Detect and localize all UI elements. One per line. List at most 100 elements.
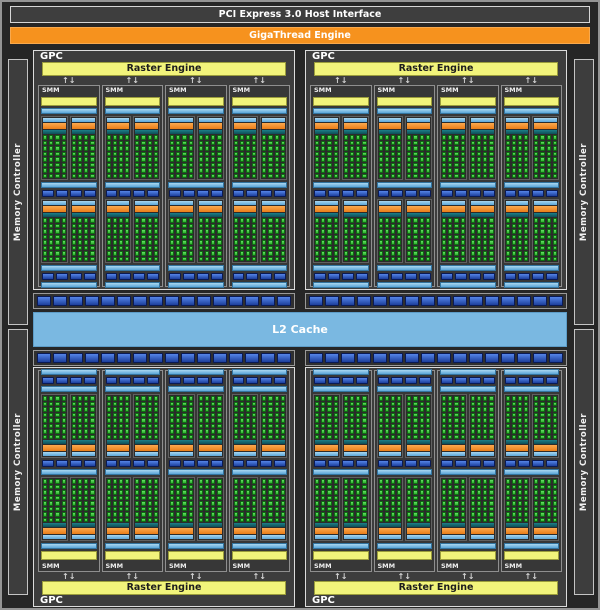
cuda-core bbox=[148, 518, 152, 523]
smm-label: SMM bbox=[166, 562, 226, 571]
cuda-core bbox=[199, 490, 203, 495]
register-file-bar bbox=[344, 440, 367, 444]
cuda-core bbox=[55, 418, 59, 423]
cuda-core bbox=[211, 485, 215, 490]
processing-block-row bbox=[311, 394, 371, 458]
processing-block bbox=[440, 199, 467, 263]
cuda-core bbox=[62, 512, 66, 517]
cuda-core bbox=[107, 435, 111, 440]
cuda-core bbox=[512, 485, 516, 490]
cuda-core bbox=[350, 240, 354, 245]
cuda-core bbox=[113, 246, 117, 251]
cuda-core bbox=[315, 429, 319, 434]
warp-scheduler-bar bbox=[344, 445, 367, 451]
texture-unit-block bbox=[169, 190, 181, 197]
cuda-core bbox=[321, 157, 325, 162]
shared-memory-bar bbox=[41, 469, 97, 475]
gpu-block-diagram: PCI Express 3.0 Host Interface GigaThrea… bbox=[0, 0, 600, 610]
processing-block bbox=[232, 394, 259, 458]
cuda-core bbox=[356, 518, 360, 523]
cuda-core bbox=[553, 507, 557, 512]
cuda-core bbox=[84, 174, 88, 179]
cuda-core bbox=[334, 418, 338, 423]
cuda-core bbox=[43, 507, 47, 512]
cuda-core bbox=[471, 218, 475, 223]
cuda-core bbox=[524, 435, 528, 440]
cuda-core bbox=[547, 435, 551, 440]
cuda-core bbox=[211, 490, 215, 495]
cuda-core bbox=[350, 396, 354, 401]
cuda-core bbox=[426, 152, 430, 157]
cuda-core bbox=[413, 518, 417, 523]
cuda-core bbox=[379, 479, 383, 484]
cuda-core bbox=[275, 257, 279, 262]
raster-engine-bar: Raster Engine bbox=[314, 581, 558, 595]
cuda-core bbox=[281, 257, 285, 262]
instruction-buffer-bar bbox=[315, 452, 338, 456]
cuda-core bbox=[135, 424, 139, 429]
cuda-core bbox=[275, 157, 279, 162]
register-file-bar bbox=[471, 523, 494, 527]
cuda-core bbox=[512, 501, 516, 506]
cuda-core bbox=[356, 507, 360, 512]
cuda-core bbox=[205, 435, 209, 440]
cuda-core-grid bbox=[442, 135, 465, 178]
shared-memory-bar bbox=[232, 265, 288, 271]
cuda-core bbox=[62, 429, 66, 434]
cuda-core bbox=[420, 146, 424, 151]
cuda-core bbox=[275, 501, 279, 506]
instruction-cache-bar bbox=[504, 108, 560, 114]
raster-smm-arrows: ↑↓↑↓↑↓↑↓ bbox=[306, 572, 566, 581]
cuda-core bbox=[547, 429, 551, 434]
cuda-core bbox=[205, 168, 209, 173]
cuda-core bbox=[72, 163, 76, 168]
cuda-core bbox=[448, 168, 452, 173]
cuda-core bbox=[327, 246, 331, 251]
cuda-core bbox=[379, 246, 383, 251]
cuda-core bbox=[397, 257, 401, 262]
cuda-core bbox=[489, 218, 493, 223]
cuda-core bbox=[119, 413, 123, 418]
cuda-core bbox=[477, 168, 481, 173]
texture-unit-block bbox=[356, 460, 368, 467]
cuda-core bbox=[362, 141, 366, 146]
cuda-core bbox=[119, 163, 123, 168]
cuda-core bbox=[518, 418, 522, 423]
cuda-core bbox=[385, 257, 389, 262]
cuda-core bbox=[553, 429, 557, 434]
register-file-bar bbox=[199, 130, 222, 134]
cuda-core bbox=[553, 257, 557, 262]
cuda-core bbox=[518, 224, 522, 229]
register-file-bar bbox=[135, 523, 158, 527]
shared-memory-bar bbox=[168, 386, 224, 392]
raster-engine-bar: Raster Engine bbox=[314, 62, 558, 76]
cuda-core bbox=[334, 235, 338, 240]
cuda-core bbox=[327, 407, 331, 412]
cuda-core bbox=[477, 240, 481, 245]
cuda-core bbox=[512, 257, 516, 262]
cuda-core bbox=[62, 152, 66, 157]
cuda-core bbox=[379, 229, 383, 234]
updown-arrows-icon: ↑↓ bbox=[501, 76, 563, 85]
cuda-core bbox=[483, 490, 487, 495]
rop-block bbox=[309, 353, 323, 363]
cuda-core bbox=[275, 135, 279, 140]
cuda-core bbox=[113, 141, 117, 146]
cuda-core bbox=[477, 152, 481, 157]
cuda-core bbox=[281, 485, 285, 490]
instruction-buffer-bar bbox=[170, 535, 193, 539]
cuda-core bbox=[252, 429, 256, 434]
cuda-core bbox=[407, 418, 411, 423]
cuda-core bbox=[547, 141, 551, 146]
texture-unit-row bbox=[502, 377, 562, 384]
smm-label: SMM bbox=[502, 562, 562, 571]
cuda-core bbox=[189, 257, 193, 262]
cuda-core bbox=[281, 218, 285, 223]
cuda-core bbox=[344, 168, 348, 173]
cuda-core bbox=[553, 229, 557, 234]
cuda-core bbox=[540, 141, 544, 146]
cuda-core bbox=[43, 135, 47, 140]
cuda-core bbox=[252, 507, 256, 512]
cuda-core bbox=[148, 257, 152, 262]
cuda-core bbox=[547, 146, 551, 151]
